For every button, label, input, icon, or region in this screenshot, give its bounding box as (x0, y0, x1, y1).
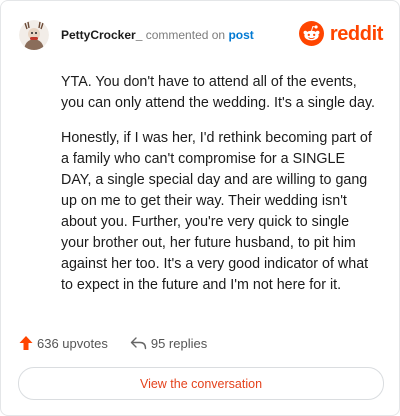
user-avatar[interactable] (19, 20, 49, 50)
username[interactable]: PettyCrocker_ (61, 28, 142, 42)
comment-body: YTA. You don't have to attend all of the… (61, 72, 379, 310)
comment-card: PettyCrocker_ commented on post reddit Y… (0, 0, 400, 416)
upvote-arrow-icon (19, 336, 33, 350)
reddit-logo[interactable]: reddit (298, 21, 384, 46)
comment-header: PettyCrocker_ commented on post reddit (19, 18, 383, 52)
action-text: commented on (145, 28, 226, 42)
upvote-count: 636 upvotes (37, 335, 108, 351)
reply-arrow-icon (130, 337, 147, 350)
replies-button[interactable]: 95 replies (130, 336, 207, 351)
comment-paragraph-2: Honestly, if I was her, I'd rethink beco… (61, 130, 372, 293)
view-conversation-button[interactable]: View the conversation (18, 367, 384, 400)
avatar-icon (19, 20, 49, 50)
comment-actions: 636 upvotes 95 replies (19, 334, 207, 352)
reddit-snoo-icon (298, 21, 324, 46)
upvote-button[interactable]: 636 upvotes (19, 335, 108, 351)
comment-meta: PettyCrocker_ commented on post (61, 28, 254, 42)
comment-paragraph-1: YTA. You don't have to attend all of the… (61, 74, 376, 111)
post-link[interactable]: post (228, 28, 253, 42)
reddit-wordmark: reddit (329, 22, 384, 45)
reply-count: 95 replies (150, 335, 208, 351)
